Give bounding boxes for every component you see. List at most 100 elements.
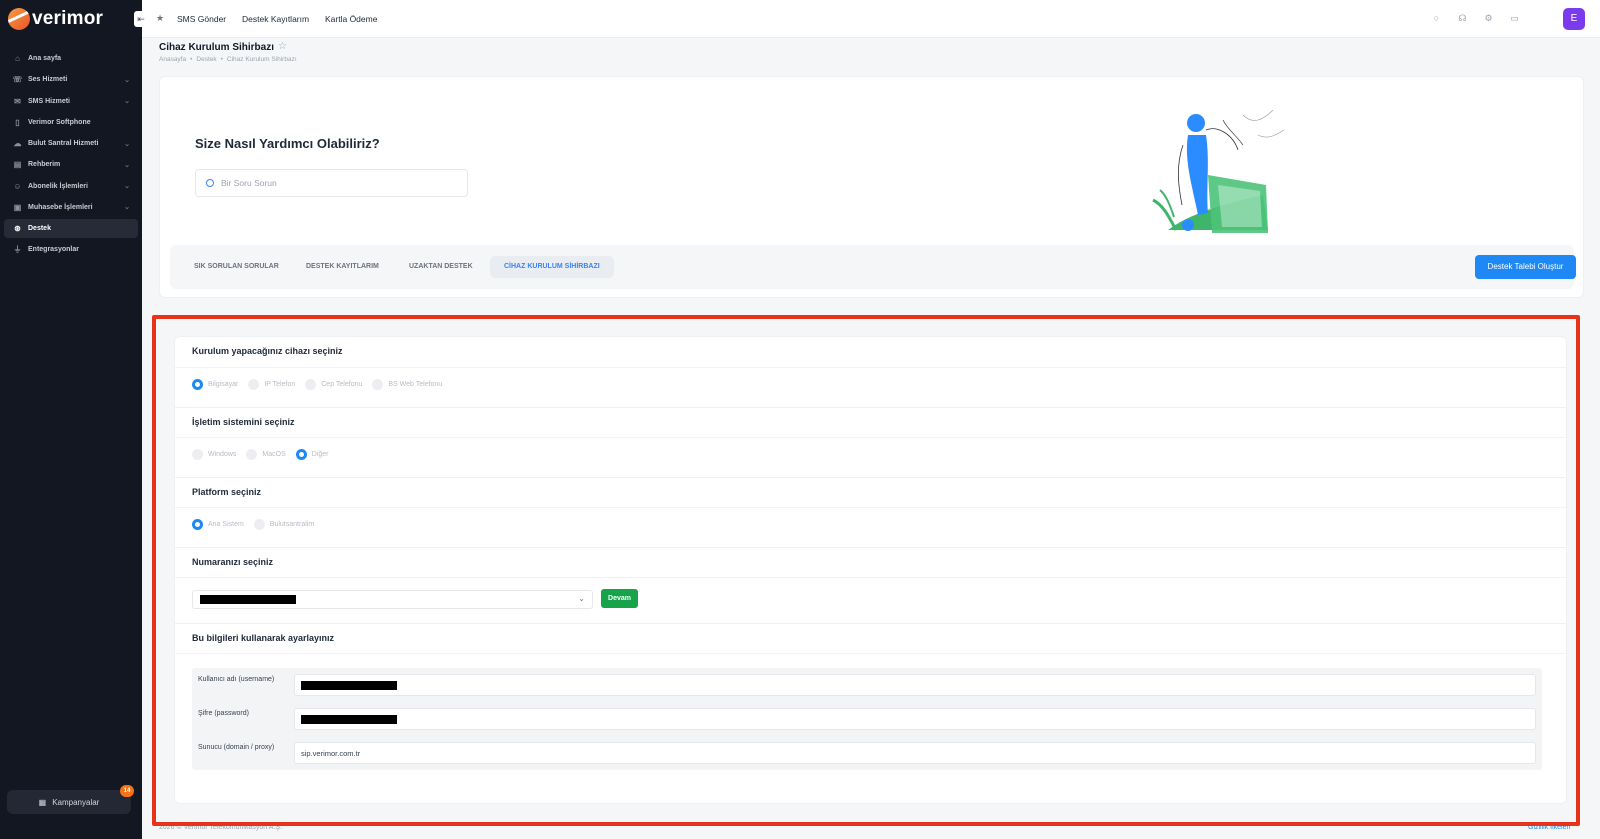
radio-bs-web-telefonu[interactable]: BS Web Telefonu xyxy=(372,379,442,390)
sidebar-item-abonelik[interactable]: ☺ Abonelik İşlemleri ⌄ xyxy=(4,177,138,196)
server-field[interactable]: sip.verimor.com.tr xyxy=(294,742,1536,764)
sidebar-item-bulut-santral[interactable]: ☁ Bulut Santral Hizmeti ⌄ xyxy=(4,134,138,153)
radio-label: Diğer xyxy=(311,451,329,458)
contacts-icon: ▤ xyxy=(13,160,22,170)
radio-dot xyxy=(248,379,260,390)
search-input[interactable]: Bir Soru Sorun xyxy=(195,169,468,197)
credentials-body: Kullanıcı adı (username) Şifre (password… xyxy=(175,653,1566,803)
radio-dot xyxy=(192,519,203,530)
plug-icon: ⏚ xyxy=(13,245,22,255)
campaigns-count-badge: 14 xyxy=(120,785,134,797)
radio-dot xyxy=(192,449,203,460)
number-selection: ⌄ Devam xyxy=(175,577,1566,623)
tab-uzaktan-destek[interactable]: UZAKTAN DESTEK xyxy=(395,256,487,278)
home-icon: ⌂ xyxy=(15,54,20,63)
sidebar-item-ana-sayfa[interactable]: ⌂ Ana sayfa xyxy=(4,49,138,68)
quick-link-kartla-odeme[interactable]: Kartla Ödeme xyxy=(325,14,377,24)
sidebar-item-label: Abonelik İşlemleri xyxy=(28,182,88,190)
search-icon xyxy=(206,179,214,187)
server-label: Sunucu (domain / proxy) xyxy=(198,744,275,751)
breadcrumb: Anasayfa • Destek • Cihaz Kurulum Sihirb… xyxy=(159,56,297,63)
phone-icon: ☏ xyxy=(12,75,23,85)
footer-copyright: 2026 © Verimor Telekomünikasyon A.Ş. xyxy=(159,824,282,831)
redacted-number xyxy=(200,595,296,604)
brand-logo[interactable]: verimor xyxy=(8,8,103,30)
logo-mark-icon xyxy=(8,8,30,30)
language-flag-icon[interactable]: ▭ xyxy=(1509,13,1520,24)
username-label: Kullanıcı adı (username) xyxy=(198,676,275,683)
credentials-section-header: Bu bilgileri kullanarak ayarlayınız xyxy=(175,623,1566,653)
privacy-link[interactable]: Gizlilik İlkeleri xyxy=(1528,824,1570,831)
brand-name: verimor xyxy=(32,8,104,29)
number-section-title: Numaranızı seçiniz xyxy=(192,557,274,567)
radio-diger[interactable]: Diğer xyxy=(295,449,329,460)
credentials-section-title: Bu bilgileri kullanarak ayarlayınız xyxy=(192,633,335,643)
radio-dot xyxy=(246,449,258,460)
radio-bilgisayar[interactable]: Bilgisayar xyxy=(192,379,238,390)
radio-dot xyxy=(372,379,384,390)
radio-bulutsantralim[interactable]: Bulutsantralim xyxy=(253,519,314,530)
quick-link-destek-kayitlarim[interactable]: Destek Kayıtlarım xyxy=(242,14,309,24)
breadcrumb-item[interactable]: Destek xyxy=(196,56,216,63)
sidebar-item-rehberim[interactable]: ▤ Rehberim ⌄ xyxy=(4,155,138,174)
radio-ana-sistem[interactable]: Ana Sistem xyxy=(192,519,244,530)
platform-section-title: Platform seçiniz xyxy=(192,487,262,497)
credentials-table: Kullanıcı adı (username) Şifre (password… xyxy=(192,668,1542,770)
favorite-star-icon[interactable]: ☆ xyxy=(278,41,287,52)
breadcrumb-separator: • xyxy=(190,56,193,63)
topbar: ★ SMS Gönder Destek Kayıtlarım Kartla Öd… xyxy=(142,0,1600,38)
tab-sik-sorulan-sorular[interactable]: SIK SORULAN SORULAR xyxy=(180,256,293,278)
sidebar-item-entegrasyonlar[interactable]: ⏚ Entegrasyonlar xyxy=(4,240,138,259)
redacted-password xyxy=(301,714,397,724)
circle-status-icon[interactable]: ○ xyxy=(1431,13,1442,24)
password-label: Şifre (password) xyxy=(198,710,249,717)
radio-windows[interactable]: Windows xyxy=(192,449,236,460)
quick-link-sms-gonder[interactable]: SMS Gönder xyxy=(177,14,226,24)
page-title: Cihaz Kurulum Sihirbazı xyxy=(159,42,275,53)
user-avatar[interactable]: E xyxy=(1563,8,1585,30)
sidebar-item-destek[interactable]: ⊛ Destek xyxy=(4,219,138,238)
favorites-star-icon[interactable]: ★ xyxy=(156,13,164,24)
table-row: Şifre (password) xyxy=(192,702,1542,736)
sidebar-item-ses-hizmeti[interactable]: ☏ Ses Hizmeti ⌄ xyxy=(4,70,138,89)
radio-dot xyxy=(295,449,307,460)
gift-icon: ▦ xyxy=(38,797,47,807)
password-field[interactable] xyxy=(294,708,1536,730)
redacted-username xyxy=(301,680,397,690)
radio-dot xyxy=(192,379,203,390)
sidebar-item-label: Bulut Santral Hizmeti xyxy=(28,140,99,147)
mobile-icon: ▯ xyxy=(15,117,20,127)
radio-label: MacOS xyxy=(262,451,286,458)
sidebar-item-muhasebe[interactable]: ▣ Muhasebe İşlemleri ⌄ xyxy=(4,198,138,217)
message-icon: ✉ xyxy=(14,96,21,106)
sidebar-collapse-button[interactable]: ⇤ xyxy=(134,11,148,27)
device-setup-wizard: Kurulum yapacağınız cihazı seçiniz Bilgi… xyxy=(174,336,1567,804)
chevron-down-icon: ⌄ xyxy=(124,161,130,169)
continue-button[interactable]: Devam xyxy=(601,589,638,608)
settings-icon[interactable]: ⚙ xyxy=(1483,13,1494,24)
radio-cep-telefonu[interactable]: Cep Telefonu xyxy=(305,379,362,390)
radio-label: Ana Sistem xyxy=(208,521,244,528)
search-placeholder: Bir Soru Sorun xyxy=(221,178,277,188)
radio-label: Bilgisayar xyxy=(208,381,239,388)
sidebar-item-sms-hizmeti[interactable]: ✉ SMS Hizmeti ⌄ xyxy=(4,92,138,111)
sidebar-item-verimor-softphone[interactable]: ▯ Verimor Softphone xyxy=(4,113,138,132)
radio-ip-telefon[interactable]: IP Telefon xyxy=(248,379,295,390)
chevron-down-icon: ⌄ xyxy=(124,204,130,212)
platform-section-header: Platform seçiniz xyxy=(175,477,1566,507)
sidebar-item-label: Muhasebe İşlemleri xyxy=(28,203,93,211)
tab-cihaz-kurulum-sihirbazi[interactable]: CİHAZ KURULUM SİHİRBAZI xyxy=(490,256,614,278)
number-select[interactable]: ⌄ xyxy=(192,590,593,609)
campaigns-button[interactable]: ▦ Kampanyalar 14 xyxy=(7,785,134,814)
radio-dot xyxy=(305,379,317,390)
radio-dot xyxy=(253,519,265,530)
tab-destek-kayitlarim[interactable]: DESTEK KAYITLARIM xyxy=(292,256,393,278)
number-section-header: Numaranızı seçiniz xyxy=(175,547,1566,577)
sidebar-nav: ⌂ Ana sayfa ☏ Ses Hizmeti ⌄ ✉ SMS Hizmet… xyxy=(4,49,138,262)
username-field[interactable] xyxy=(294,674,1536,696)
radio-macos[interactable]: MacOS xyxy=(246,449,286,460)
create-ticket-button[interactable]: Destek Talebi Oluştur xyxy=(1475,255,1576,279)
headset-icon[interactable]: ☊ xyxy=(1457,13,1468,24)
breadcrumb-item[interactable]: Anasayfa xyxy=(159,56,186,63)
chevron-down-icon: ⌄ xyxy=(578,594,585,603)
